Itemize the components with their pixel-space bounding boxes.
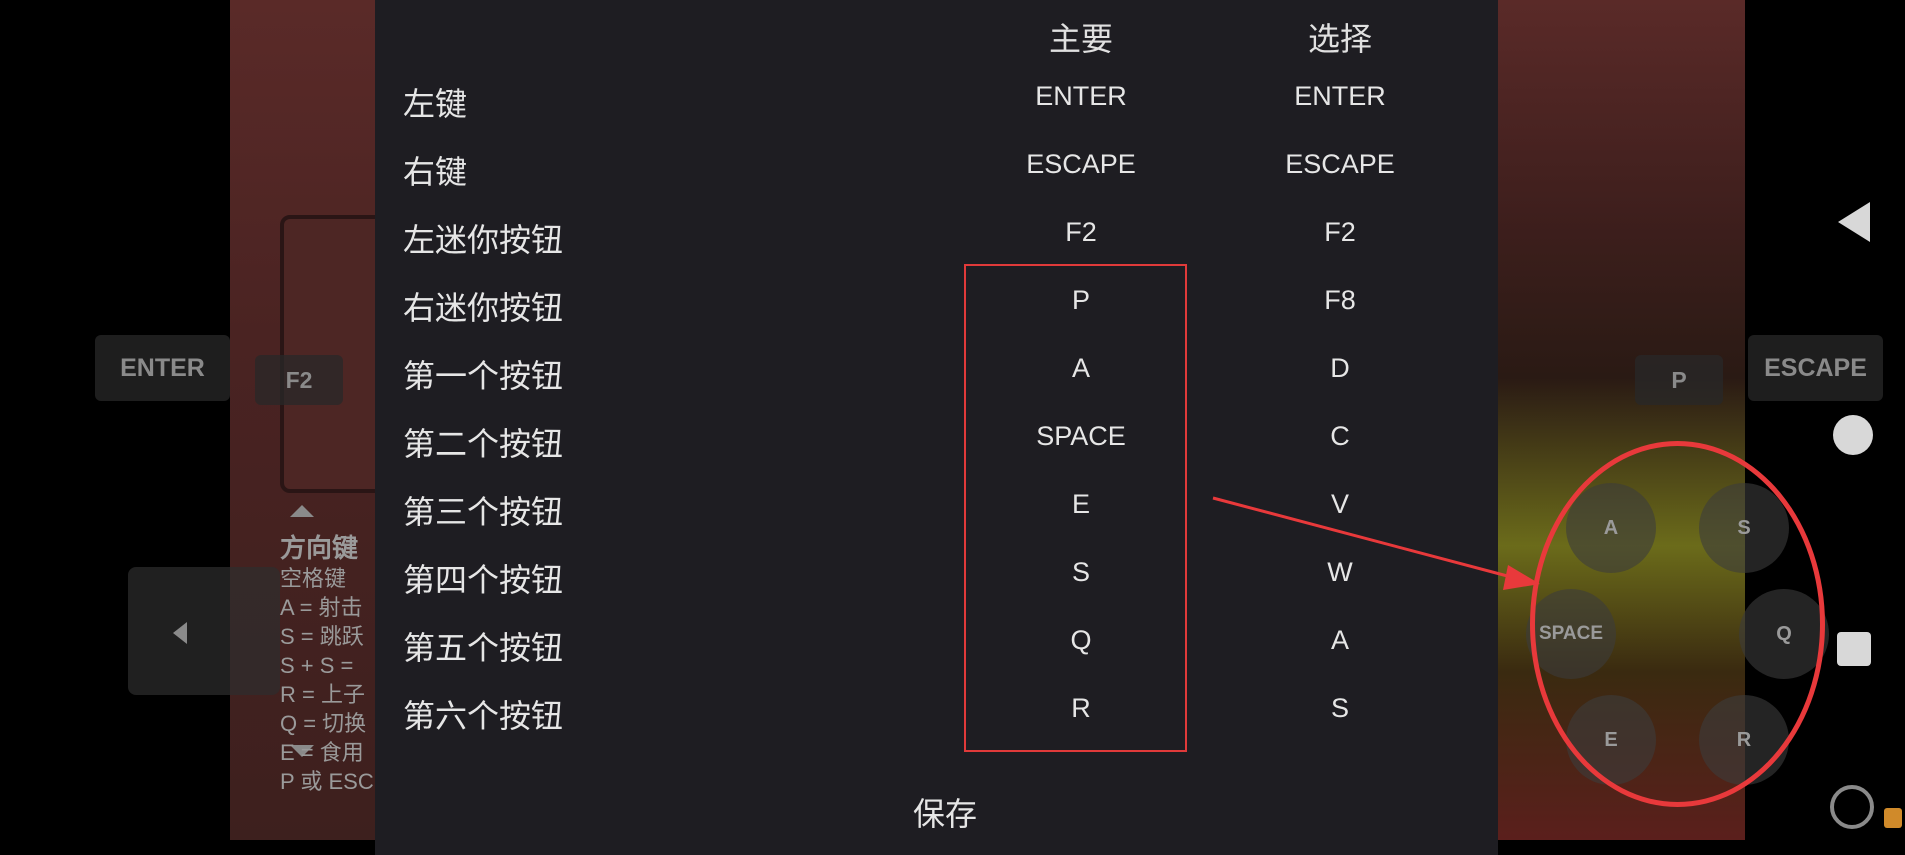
secondary-key[interactable]: D — [1220, 353, 1460, 384]
secondary-key[interactable]: C — [1220, 421, 1460, 452]
secondary-key[interactable]: V — [1220, 489, 1460, 520]
column-header-secondary: 选择 — [1307, 20, 1372, 58]
key-mapping-dialog: 主要 选择 左键 ENTER ENTER 右键 ESCAPE ESCAPE 左迷… — [375, 0, 1498, 855]
help-line: R = 上子 — [280, 682, 365, 707]
annotation-highlight-ellipse — [1530, 441, 1825, 807]
mapping-row[interactable]: 左键 ENTER ENTER — [375, 67, 1498, 135]
help-line: 空格键 — [280, 566, 347, 591]
game-sign — [280, 215, 388, 493]
secondary-key[interactable]: S — [1220, 693, 1460, 724]
row-label: 第五个按钮 — [403, 629, 564, 667]
row-label: 右键 — [403, 153, 468, 191]
help-title: 方向键 — [280, 534, 359, 564]
mapping-row[interactable]: 第五个按钮 Q A — [375, 611, 1498, 679]
row-label: 第六个按钮 — [403, 697, 564, 735]
p-overlay-button[interactable]: P — [1635, 355, 1723, 405]
app-badge-icon — [1884, 808, 1902, 828]
mapping-row[interactable]: 第四个按钮 S W — [375, 543, 1498, 611]
f2-overlay-button[interactable]: F2 — [255, 355, 343, 405]
secondary-key[interactable]: ESCAPE — [1220, 149, 1460, 180]
secondary-key[interactable]: A — [1220, 625, 1460, 656]
help-line: A = 射击 — [280, 595, 363, 620]
dpad-up-icon[interactable] — [290, 505, 314, 517]
help-text: 空格键 A = 射击 S = 跳跃 S + S = R = 上子 Q = 切换 … — [280, 564, 375, 796]
primary-key[interactable]: F2 — [961, 217, 1201, 248]
help-line: P 或 ESC — [280, 769, 374, 794]
row-label: 第三个按钮 — [403, 493, 564, 531]
row-label: 第四个按钮 — [403, 561, 564, 599]
annotation-highlight-box — [964, 264, 1187, 752]
primary-key[interactable]: ENTER — [961, 81, 1201, 112]
home-icon[interactable] — [1833, 415, 1873, 455]
back-icon[interactable] — [1838, 202, 1870, 242]
secondary-key[interactable]: ENTER — [1220, 81, 1460, 112]
row-label: 左迷你按钮 — [403, 221, 564, 259]
save-button[interactable]: 保存 — [865, 788, 1025, 840]
help-line: E = 食用 — [280, 740, 364, 765]
mapping-row[interactable]: 第三个按钮 E V — [375, 475, 1498, 543]
mapping-row[interactable]: 第六个按钮 R S — [375, 679, 1498, 747]
dpad-left-icon[interactable] — [173, 622, 187, 644]
mapping-row[interactable]: 第一个按钮 A D — [375, 339, 1498, 407]
primary-key[interactable]: ESCAPE — [961, 149, 1201, 180]
secondary-key[interactable]: W — [1220, 557, 1460, 588]
row-label: 第二个按钮 — [403, 425, 564, 463]
enter-overlay-button[interactable]: ENTER — [95, 335, 230, 401]
recents-icon[interactable] — [1837, 632, 1871, 666]
mapping-row[interactable]: 左迷你按钮 F2 F2 — [375, 203, 1498, 271]
escape-overlay-button[interactable]: ESCAPE — [1748, 335, 1883, 401]
secondary-key[interactable]: F8 — [1220, 285, 1460, 316]
row-label: 右迷你按钮 — [403, 289, 564, 327]
row-label: 左键 — [403, 85, 468, 123]
help-line: S + S = — [280, 653, 354, 678]
mapping-row[interactable]: 右键 ESCAPE ESCAPE — [375, 135, 1498, 203]
column-header-primary: 主要 — [1048, 20, 1113, 58]
row-label: 第一个按钮 — [403, 357, 564, 395]
help-line: S = 跳跃 — [280, 624, 364, 649]
mapping-row[interactable]: 右迷你按钮 P F8 — [375, 271, 1498, 339]
secondary-key[interactable]: F2 — [1220, 217, 1460, 248]
help-line: Q = 切换 — [280, 711, 367, 736]
direction-pad[interactable] — [128, 567, 280, 695]
rotate-icon[interactable] — [1830, 785, 1874, 829]
mapping-row[interactable]: 第二个按钮 SPACE C — [375, 407, 1498, 475]
